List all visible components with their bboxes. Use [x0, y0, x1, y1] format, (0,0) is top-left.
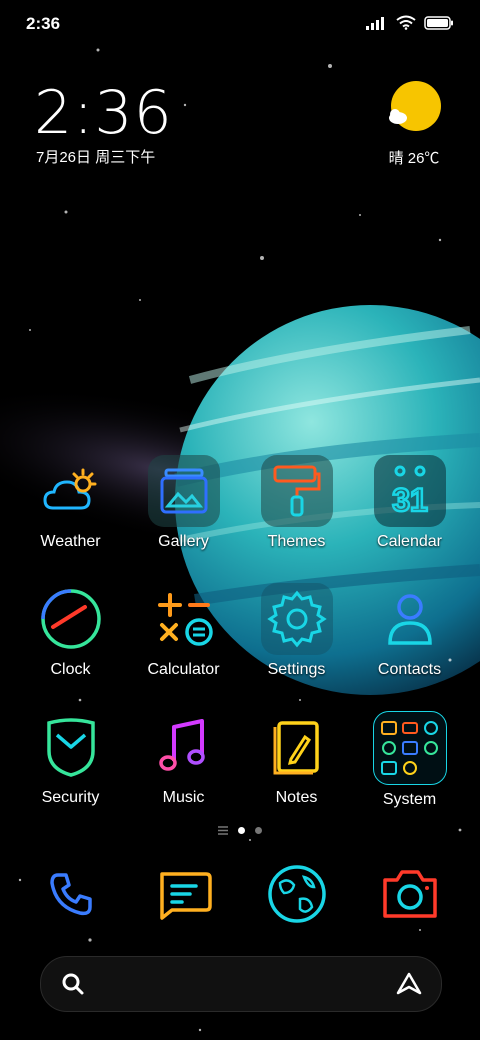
app-themes[interactable]: Themes [240, 455, 353, 551]
app-label: Notes [275, 789, 318, 806]
status-bar: 2:36 [0, 0, 480, 50]
search-icon[interactable] [61, 972, 85, 996]
app-weather[interactable]: Weather [14, 455, 127, 551]
status-time: 2:36 [26, 14, 61, 33]
calculator-icon [148, 583, 220, 655]
app-label: Security [41, 789, 100, 806]
weather-widget[interactable]: 晴 26℃ [378, 80, 450, 168]
page-dot-active[interactable] [238, 827, 245, 834]
app-label: Weather [40, 533, 101, 550]
notes-pencil-icon [261, 711, 333, 783]
app-notes[interactable]: Notes [240, 711, 353, 807]
camera-icon [374, 858, 446, 930]
browser-globe-icon [261, 858, 333, 930]
page-dot[interactable] [255, 827, 262, 834]
app-clock[interactable]: Clock [14, 583, 127, 679]
app-label: Clock [50, 661, 91, 678]
dock-camera[interactable] [353, 858, 466, 930]
messages-icon [148, 858, 220, 930]
calendar-day: 31 [392, 482, 428, 518]
weather-temp: 晴 26℃ [388, 150, 440, 167]
assistant-icon[interactable] [395, 971, 423, 997]
contacts-icon [374, 583, 446, 655]
clock-widget-time[interactable]: 2:36 [34, 78, 173, 148]
folder-icon [372, 711, 447, 785]
app-gallery[interactable]: Gallery [127, 455, 240, 551]
app-calendar[interactable]: 31 Calendar [353, 455, 466, 551]
page-indicator[interactable] [0, 826, 480, 835]
dock-phone[interactable] [14, 858, 127, 930]
clock-icon [35, 583, 107, 655]
app-contacts[interactable]: Contacts [353, 583, 466, 679]
shield-icon [35, 711, 107, 783]
dock-browser[interactable] [240, 858, 353, 930]
gallery-icon [147, 455, 220, 527]
sunny-cloud-icon [389, 81, 441, 131]
app-folder-system[interactable]: System [353, 711, 466, 809]
themes-roller-icon [260, 455, 333, 527]
dock-messages[interactable] [127, 858, 240, 930]
app-label: Settings [267, 661, 326, 678]
music-note-icon [148, 711, 220, 783]
calendar-icon: 31 [373, 455, 446, 527]
app-label: System [382, 791, 437, 808]
app-calculator[interactable]: Calculator [127, 583, 240, 679]
app-label: Calendar [377, 533, 442, 550]
app-label: Music [162, 789, 205, 806]
wifi-icon [396, 15, 416, 30]
app-label: Contacts [377, 661, 442, 678]
gear-icon [260, 583, 333, 655]
app-label: Calculator [147, 661, 220, 678]
search-bar[interactable] [40, 956, 442, 1012]
phone-icon [35, 858, 107, 930]
clock-widget-date: 7月26日 周三下午 [36, 149, 156, 166]
app-settings[interactable]: Settings [240, 583, 353, 679]
app-label: Themes [267, 533, 326, 550]
weather-cloud-sun-icon [35, 455, 107, 527]
menu-lines-icon [218, 826, 228, 835]
app-music[interactable]: Music [127, 711, 240, 807]
app-label: Gallery [158, 533, 209, 550]
app-security[interactable]: Security [14, 711, 127, 807]
battery-icon [424, 15, 453, 30]
signal-icon [366, 16, 384, 30]
